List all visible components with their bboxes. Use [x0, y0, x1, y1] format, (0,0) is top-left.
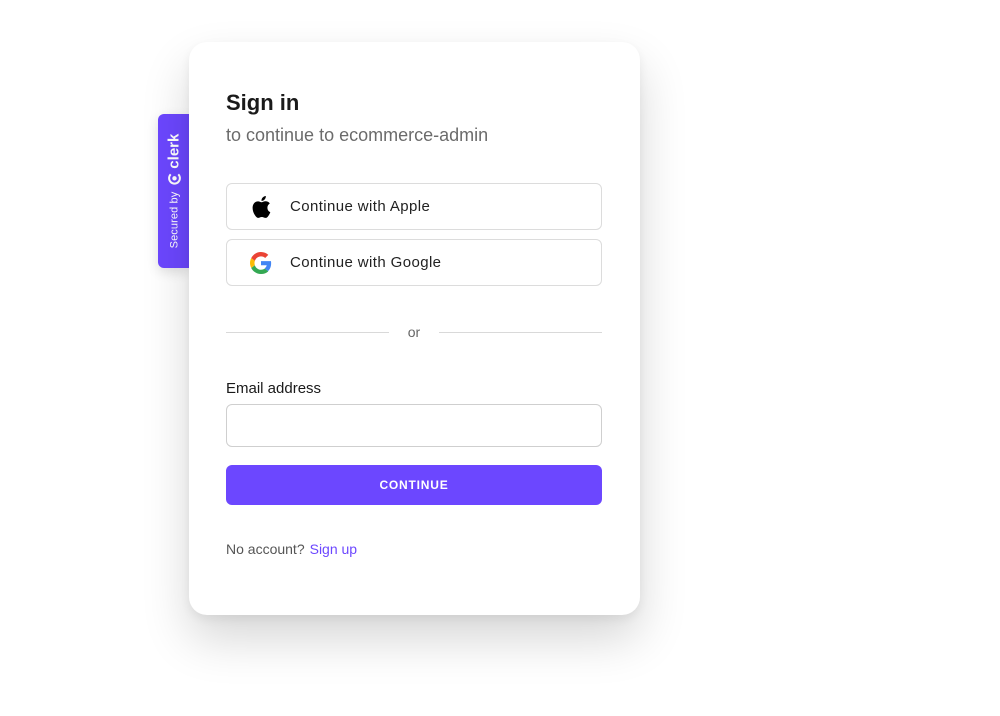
email-label: Email address: [226, 380, 322, 397]
clerk-logo: clerk: [166, 134, 183, 186]
no-account-text: No account?: [226, 541, 305, 557]
apple-icon: [249, 195, 273, 219]
continue-button[interactable]: CONTINUE: [226, 465, 602, 505]
or-divider: or: [226, 322, 602, 342]
divider-line-left: [226, 331, 389, 333]
google-button-label: Continue with Google: [290, 254, 442, 271]
continue-with-google-button[interactable]: Continue with Google: [226, 239, 602, 286]
secured-by-clerk-badge[interactable]: Secured by clerk: [158, 114, 190, 268]
clerk-brand-text: clerk: [165, 133, 183, 169]
page-title: Sign in: [226, 90, 300, 115]
continue-with-apple-button[interactable]: Continue with Apple: [226, 183, 602, 230]
badge-content: Secured by clerk: [166, 134, 183, 249]
divider-line-right: [439, 331, 602, 333]
signup-prompt: No account? Sign up: [226, 541, 357, 557]
secured-by-text: Secured by: [168, 191, 180, 249]
divider-or-text: or: [407, 324, 421, 340]
page-subtitle: to continue to ecommerce-admin: [226, 125, 489, 145]
sign-in-card: Sign in to continue to ecommerce-admin C…: [189, 42, 640, 615]
email-field[interactable]: [226, 404, 602, 447]
apple-button-label: Continue with Apple: [290, 198, 431, 215]
clerk-logo-icon: [167, 173, 181, 185]
page: Secured by clerk Sign in to continue to …: [0, 0, 1000, 716]
google-icon: [249, 251, 273, 275]
sign-up-link[interactable]: Sign up: [310, 541, 357, 557]
